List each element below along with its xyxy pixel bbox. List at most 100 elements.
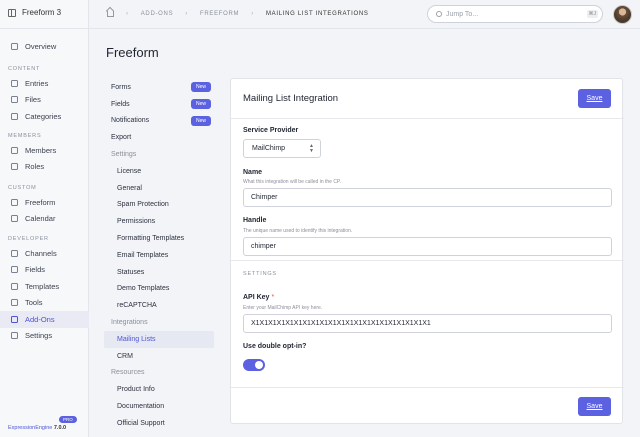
api-key-help: Enter your MailChimp API key here. <box>243 305 323 311</box>
subnav-item-forms[interactable]: Forms New <box>104 79 214 96</box>
subnav-item-mailing-lists[interactable]: Mailing Lists <box>104 330 214 348</box>
subnav-label: Formatting Templates <box>117 235 185 243</box>
freeform-icon <box>11 198 18 206</box>
sidebar-item-label: Templates <box>25 281 60 291</box>
sidebar-item-label: Fields <box>25 265 46 275</box>
brand[interactable]: Freeform 3 <box>8 8 61 17</box>
sidebar: Freeform 3 Overview CONTENT Entries File… <box>0 0 89 437</box>
subnav-label: Official Support <box>117 419 165 427</box>
double-optin-toggle[interactable] <box>243 359 265 371</box>
subnav-label: Mailing Lists <box>117 335 156 343</box>
sidebar-item-freeform[interactable]: Freeform <box>0 194 89 211</box>
search-icon <box>436 11 442 17</box>
subnav-heading-resources: Resources <box>104 365 214 382</box>
subnav-label: License <box>117 167 142 175</box>
sidebar-item-overview[interactable]: Overview <box>0 38 89 55</box>
sidebar-item-entries[interactable]: Entries <box>0 75 89 92</box>
sidebar-item-fields[interactable]: Fields <box>0 262 89 279</box>
handle-field[interactable]: chimper <box>243 237 612 256</box>
name-label: Name <box>243 169 263 176</box>
name-value: Chimper <box>251 194 278 201</box>
breadcrumb-separator: › <box>126 11 129 17</box>
product-name: ExpressionEngine <box>8 425 53 431</box>
subnav-label: Demo Templates <box>117 285 170 293</box>
sidebar-item-calendar[interactable]: Calendar <box>0 211 89 228</box>
sidebar-item-templates[interactable]: Templates <box>0 278 89 295</box>
breadcrumb-freeform[interactable]: FREEFORM <box>200 11 239 17</box>
sidebar-item-roles[interactable]: Roles <box>0 159 89 176</box>
subnav-item-product-info[interactable]: Product Info <box>104 381 214 398</box>
subnav-item-general[interactable]: General <box>104 180 214 197</box>
sidebar-item-members[interactable]: Members <box>0 142 89 159</box>
sidebar-item-addons[interactable]: Add-Ons <box>0 311 89 328</box>
sidebar-item-label: Add-Ons <box>25 314 55 324</box>
avatar[interactable] <box>613 5 632 24</box>
sidebar-item-channels[interactable]: Channels <box>0 245 89 262</box>
subnav-label: CRM <box>117 352 133 360</box>
service-provider-select[interactable]: MailChimp ▲ ▼ <box>243 139 321 158</box>
section-divider <box>231 260 624 261</box>
save-button-top[interactable]: Save <box>578 89 611 108</box>
subnav-item-documentation[interactable]: Documentation <box>104 398 214 415</box>
jump-placeholder: Jump To... <box>446 10 479 18</box>
sidebar-item-files[interactable]: Files <box>0 92 89 109</box>
jump-shortcut: ⌘J <box>586 10 598 18</box>
jump-to-search[interactable]: Jump To... ⌘J <box>427 5 603 23</box>
subnav-item-recaptcha[interactable]: reCAPTCHA <box>104 297 214 314</box>
subnav-label: Permissions <box>117 218 156 226</box>
home-icon[interactable] <box>107 11 114 17</box>
subnav-item-notifications[interactable]: Notifications New <box>104 113 214 130</box>
subnav-label: Forms <box>111 83 131 91</box>
section-label: CONTENT <box>8 65 41 72</box>
sidebar-nav: Overview <box>0 38 89 55</box>
required-mark: * <box>271 294 275 301</box>
site-icon <box>8 8 16 17</box>
tools-icon <box>11 299 18 307</box>
subnav-heading-integrations: Integrations <box>104 314 214 331</box>
subnav-label: Notifications <box>111 117 150 125</box>
breadcrumb: › ADD-ONS › FREEFORM › MAILING LIST INTE… <box>107 11 369 17</box>
section-label: CUSTOM <box>8 184 37 191</box>
name-field[interactable]: Chimper <box>243 188 612 207</box>
handle-label: Handle <box>243 217 267 224</box>
subnav-label: Fields <box>111 100 130 108</box>
sidebar-item-label: Tools <box>25 298 43 308</box>
subnav-item-crm[interactable]: CRM <box>104 348 214 365</box>
sidebar-item-label: Categories <box>25 111 62 121</box>
subnav-item-demo-templates[interactable]: Demo Templates <box>104 281 214 298</box>
version-footer[interactable]: ExpressionEngine 7.0.0 <box>8 425 66 431</box>
fields-icon <box>11 266 18 274</box>
subnav-item-email-templates[interactable]: Email Templates <box>104 247 214 264</box>
sidebar-item-categories[interactable]: Categories <box>0 108 89 125</box>
service-provider-label: Service Provider <box>243 127 299 134</box>
new-badge: New <box>190 99 211 110</box>
handle-value: chimper <box>251 243 276 250</box>
subnav-item-permissions[interactable]: Permissions <box>104 213 214 230</box>
subnav-item-official-support[interactable]: Official Support <box>104 415 214 432</box>
breadcrumb-addons[interactable]: ADD-ONS <box>141 11 174 17</box>
section-label: MEMBERS <box>8 132 42 139</box>
subnav-item-fields[interactable]: Fields New <box>104 96 214 113</box>
breadcrumb-current: MAILING LIST INTEGRATIONS <box>265 11 369 17</box>
api-key-field[interactable]: X1X1X1X1X1X1X1X1X1X1X1X1X1X1X1X1X1X1X1X1… <box>243 314 612 333</box>
subnav-item-license[interactable]: License <box>104 163 214 180</box>
sidebar-item-label: Entries <box>25 78 49 88</box>
subnav-heading: Integrations <box>111 319 148 327</box>
sidebar-item-settings[interactable]: Settings <box>0 328 89 345</box>
subnav-item-statuses[interactable]: Statuses <box>104 264 214 281</box>
sidebar-item-tools[interactable]: Tools <box>0 295 89 312</box>
select-arrows-icon: ▲ ▼ <box>309 143 314 154</box>
card-footer-divider <box>231 387 624 388</box>
api-key-value: X1X1X1X1X1X1X1X1X1X1X1X1X1X1X1X1X1X1X1X1… <box>251 320 431 327</box>
subnav-label: Product Info <box>117 386 155 394</box>
calendar-icon <box>11 215 18 223</box>
divider <box>0 28 89 29</box>
subnav-label: Documentation <box>117 403 165 411</box>
subnav-item-formatting-templates[interactable]: Formatting Templates <box>104 230 214 247</box>
sidebar-item-label: Overview <box>25 41 57 51</box>
toggle-knob <box>255 361 263 369</box>
subnav-item-export[interactable]: Export <box>104 129 214 146</box>
subnav-item-spam-protection[interactable]: Spam Protection <box>104 197 214 214</box>
save-button-bottom[interactable]: Save <box>578 397 611 416</box>
subnav-label: Spam Protection <box>117 201 169 209</box>
